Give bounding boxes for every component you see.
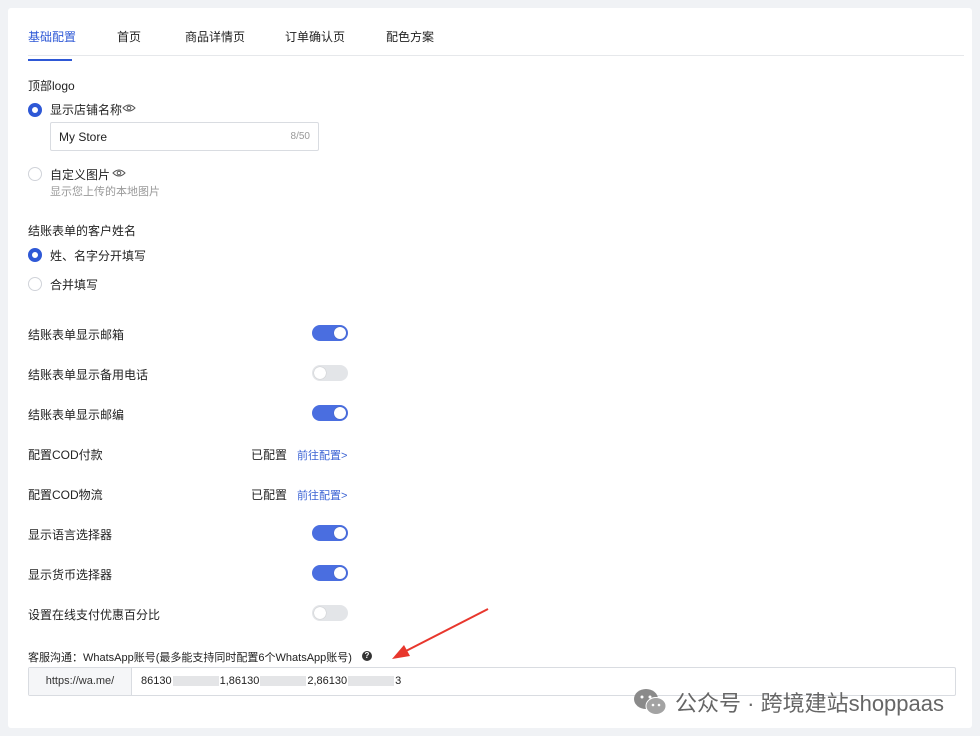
option-merged-name-label: 合并填写 [50,278,99,292]
wechat-icon [634,689,667,715]
tab-label: 首页 [117,30,142,44]
setting-label: 结账表单显示邮箱 [28,328,125,342]
setting-label: 显示语言选择器 [28,528,113,542]
toggle-online-payment-discount[interactable] [312,605,348,621]
tab-label: 订单确认页 [285,30,346,44]
tab-label: 配色方案 [386,30,435,44]
char-counter: 8/50 [290,131,310,142]
custom-image-hint: 显示您上传的本地图片 [50,186,160,198]
toggle-language-selector[interactable] [312,525,348,541]
tab-label: 基础配置 [28,30,77,44]
setting-label: 结账表单显示备用电话 [28,368,149,382]
tab-label: 商品详情页 [185,30,246,44]
toggle-knob [314,607,326,619]
toggle-knob [314,367,326,379]
settings-panel: 基础配置 首页 商品详情页 订单确认页 配色方案 顶部logo 显示店铺名称 8… [8,8,972,728]
option-store-name-label: 显示店铺名称 [50,103,123,117]
tab-bar: 基础配置 首页 商品详情页 订单确认页 配色方案 [28,8,964,61]
tab-home[interactable]: 首页 [117,28,141,45]
toggle-show-backup-phone[interactable] [312,365,348,381]
tab-basic-config[interactable]: 基础配置 [28,28,77,61]
whatsapp-label: 客服沟通：WhatsApp账号(最多能支持同时配置6个WhatsApp账号) [28,652,352,664]
setting-label: 显示货币选择器 [28,568,113,582]
whatsapp-number-part: 3 [395,675,402,687]
redacted-block [172,676,219,687]
setting-label: 配置COD物流 [28,488,103,502]
redacted-block [348,676,395,687]
eye-icon[interactable] [122,103,136,113]
customer-name-section-label: 结账表单的客户姓名 [28,224,137,238]
toggle-knob [334,327,346,339]
cod-payment-config-link[interactable]: 前往配置> [297,447,347,463]
radio-merged-name[interactable] [28,277,42,291]
whatsapp-number-part: 2,86130 [307,675,348,687]
help-icon[interactable]: ? [362,651,372,661]
radio-custom-image[interactable] [28,167,42,181]
cod-logistics-config-link[interactable]: 前往配置> [297,487,347,503]
watermark: 公众号 · 跨境建站shoppaas [633,686,944,718]
active-tab-indicator [28,59,72,61]
toggle-knob [334,407,346,419]
whatsapp-number-part: 86130 [141,675,172,687]
toggle-show-email[interactable] [312,325,348,341]
tab-product-detail[interactable]: 商品详情页 [185,28,245,45]
store-name-input[interactable] [51,123,271,150]
store-name-field[interactable]: 8/50 [50,122,319,151]
whatsapp-url-prefix: https://wa.me/ [29,668,132,695]
setting-label: 配置COD付款 [28,448,103,462]
tab-order-confirm[interactable]: 订单确认页 [285,28,345,45]
redacted-block [260,676,307,687]
radio-split-name[interactable] [28,248,42,262]
watermark-text: 公众号 · 跨境建站shoppaas [675,691,944,716]
toggle-knob [334,527,346,539]
cod-payment-status: 已配置 [251,448,288,462]
setting-label: 结账表单显示邮编 [28,408,125,422]
option-split-name-label: 姓、名字分开填写 [50,249,147,263]
radio-store-name[interactable] [28,103,42,117]
cod-logistics-status: 已配置 [251,488,288,502]
annotation-arrow-icon [392,608,489,659]
logo-section-label: 顶部logo [28,79,75,93]
toggle-show-postcode[interactable] [312,405,348,421]
whatsapp-numbers-input[interactable]: 86130 1,86130 2,86130 3 [141,668,401,695]
option-custom-image-label: 自定义图片 [50,168,111,182]
setting-label: 设置在线支付优惠百分比 [28,608,161,622]
eye-icon[interactable] [112,168,126,178]
toggle-knob [334,567,346,579]
whatsapp-number-part: 1,86130 [219,675,260,687]
toggle-currency-selector[interactable] [312,565,348,581]
tab-color-scheme[interactable]: 配色方案 [386,28,434,45]
